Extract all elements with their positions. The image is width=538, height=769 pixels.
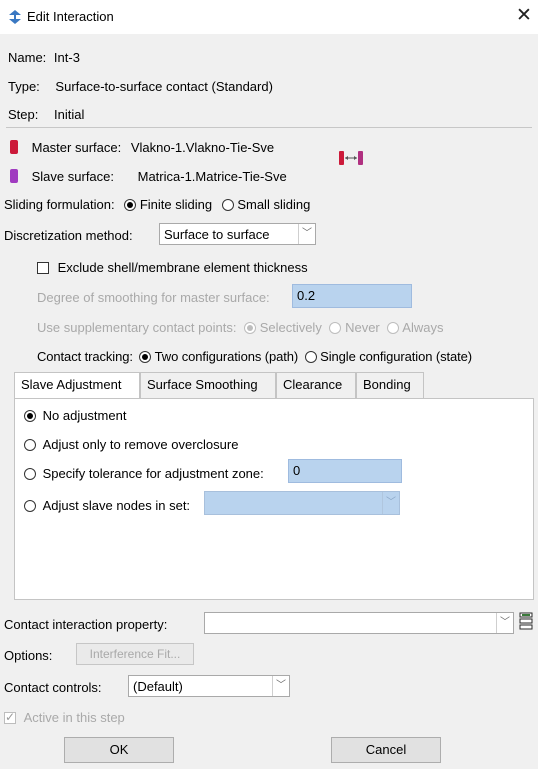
smoothing-input[interactable]: 0.2 — [292, 284, 412, 308]
controls-select[interactable]: (Default) ﹀ — [128, 675, 290, 697]
step-value: Initial — [53, 107, 85, 122]
slave-nodes-radio[interactable] — [24, 500, 36, 512]
chevron-down-icon[interactable]: ﹀ — [272, 676, 289, 696]
master-surface-icon — [10, 140, 18, 154]
tab-clearance[interactable]: Clearance — [276, 372, 356, 398]
tab-bonding[interactable]: Bonding — [356, 372, 424, 398]
master-surface-label: Master surface: — [31, 140, 122, 155]
smoothing-value: 0.2 — [297, 288, 316, 303]
type-row: Type: Surface-to-surface contact (Standa… — [8, 79, 273, 94]
no-adjustment-label[interactable]: No adjustment — [43, 408, 127, 423]
swap-surfaces-icon[interactable] — [338, 148, 364, 171]
interference-fit-button[interactable]: Interference Fit... — [76, 643, 194, 665]
tab-strip: Slave Adjustment Surface Smoothing Clear… — [14, 372, 534, 399]
interaction-icon — [7, 9, 23, 25]
remove-overclosure-radio[interactable] — [24, 439, 36, 451]
smoothing-label: Degree of smoothing for master surface: — [37, 290, 270, 305]
exclude-thickness-label[interactable]: Exclude shell/membrane element thickness — [58, 260, 308, 275]
tolerance-label[interactable]: Specify tolerance for adjustment zone: — [43, 466, 264, 481]
slave-nodes-label[interactable]: Adjust slave nodes in set: — [43, 498, 190, 513]
single-config-label[interactable]: Single configuration (state) — [320, 349, 472, 364]
remove-overclosure-label[interactable]: Adjust only to remove overclosure — [43, 437, 239, 452]
selectively-radio[interactable] — [244, 322, 257, 334]
active-label: Active in this step — [23, 710, 125, 725]
name-label: Name: — [8, 50, 47, 65]
exclude-thickness-checkbox[interactable] — [37, 262, 49, 274]
small-sliding-label[interactable]: Small sliding — [237, 197, 310, 212]
tab-surface-smoothing[interactable]: Surface Smoothing — [140, 372, 276, 398]
exclude-thickness-row: Exclude shell/membrane element thickness — [37, 260, 308, 275]
never-label: Never — [345, 320, 380, 335]
slave-surface-value: Matrica-1.Matrice-Tie-Sve — [137, 169, 287, 184]
two-config-radio[interactable] — [139, 351, 152, 363]
supplementary-label: Use supplementary contact points: — [37, 320, 237, 335]
sliding-formulation-row: Sliding formulation: Finite sliding Smal… — [4, 197, 310, 212]
discretization-label: Discretization method: — [4, 228, 133, 243]
divider — [6, 127, 532, 128]
remove-overclosure-row: Adjust only to remove overclosure — [24, 437, 238, 452]
slave-surface-label: Slave surface: — [31, 169, 114, 184]
window-title: Edit Interaction — [27, 9, 114, 24]
slave-nodes-select[interactable]: ﹀ — [204, 491, 400, 515]
finite-sliding-radio[interactable] — [124, 199, 137, 211]
always-label: Always — [402, 320, 444, 335]
master-surface-value: Vlakno-1.Vlakno-Tie-Sve — [130, 140, 275, 155]
selectively-label: Selectively — [259, 320, 322, 335]
controls-label: Contact controls: — [4, 680, 102, 695]
tolerance-value: 0 — [293, 463, 301, 478]
finite-sliding-label[interactable]: Finite sliding — [140, 197, 212, 212]
never-radio[interactable] — [329, 322, 342, 334]
title-bar: Edit Interaction ✕ — [0, 0, 538, 34]
step-label: Step: — [8, 107, 39, 122]
type-value: Surface-to-surface contact (Standard) — [55, 79, 273, 94]
create-property-icon[interactable] — [518, 612, 534, 633]
name-row: Name: Int-3 — [8, 50, 80, 65]
slave-surface-row: Slave surface: Matrica-1.Matrice-Tie-Sve — [10, 169, 287, 184]
master-surface-row: Master surface: Vlakno-1.Vlakno-Tie-Sve — [10, 140, 274, 155]
ok-button[interactable]: OK — [64, 737, 174, 763]
step-row: Step: Initial — [8, 107, 84, 122]
chevron-down-icon[interactable]: ﹀ — [496, 613, 513, 633]
discretization-select[interactable]: Surface to surface ﹀ — [159, 223, 316, 245]
sliding-formulation-label: Sliding formulation: — [4, 197, 115, 212]
discretization-value: Surface to surface — [164, 227, 270, 242]
no-adjustment-radio[interactable] — [24, 410, 36, 422]
contact-tracking-label: Contact tracking: — [37, 349, 133, 364]
type-label: Type: — [8, 79, 40, 94]
supplementary-row: Use supplementary contact points: Select… — [37, 320, 443, 335]
controls-value: (Default) — [133, 679, 183, 694]
close-icon[interactable]: ✕ — [513, 5, 535, 27]
active-checkbox[interactable] — [4, 710, 16, 724]
chevron-down-icon[interactable]: ﹀ — [382, 492, 399, 514]
slave-surface-icon — [10, 169, 18, 183]
always-radio[interactable] — [387, 322, 400, 334]
small-sliding-radio[interactable] — [221, 199, 234, 211]
cancel-button[interactable]: Cancel — [331, 737, 441, 763]
tolerance-row: Specify tolerance for adjustment zone: — [24, 466, 264, 481]
property-select[interactable]: ﹀ — [204, 612, 514, 634]
tolerance-radio[interactable] — [24, 468, 36, 480]
options-label: Options: — [4, 648, 53, 663]
tolerance-input[interactable]: 0 — [288, 459, 402, 483]
chevron-down-icon[interactable]: ﹀ — [298, 224, 315, 244]
contact-tracking-row: Contact tracking: Two configurations (pa… — [37, 349, 472, 364]
slave-nodes-row: Adjust slave nodes in set: — [24, 498, 190, 513]
name-value: Int-3 — [53, 50, 80, 65]
active-row: Active in this step — [4, 710, 125, 725]
tab-slave-adjustment[interactable]: Slave Adjustment — [14, 372, 140, 399]
two-config-label[interactable]: Two configurations (path) — [155, 349, 299, 364]
property-label: Contact interaction property: — [4, 617, 168, 632]
single-config-radio[interactable] — [304, 351, 317, 363]
no-adjustment-row: No adjustment — [24, 408, 126, 423]
